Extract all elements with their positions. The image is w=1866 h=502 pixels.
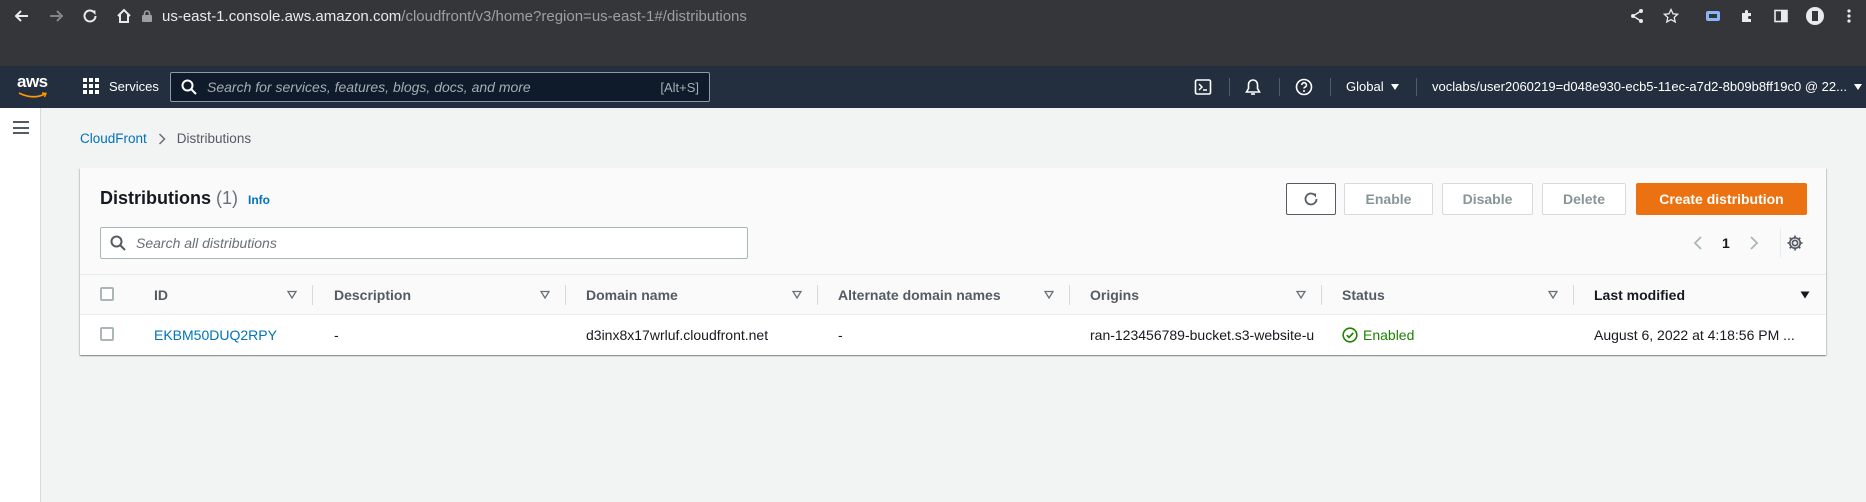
column-header-description[interactable]: Description bbox=[334, 275, 411, 315]
sort-caret-icon[interactable] bbox=[792, 290, 802, 300]
breadcrumb-cloudfront-link[interactable]: CloudFront bbox=[80, 131, 147, 146]
refresh-button[interactable] bbox=[1286, 183, 1336, 215]
alternate-domain-names-cell: - bbox=[838, 327, 843, 343]
origins-cell: ran-123456789-bucket.s3-website-u bbox=[1090, 327, 1315, 343]
column-header-label: Domain name bbox=[586, 287, 678, 303]
aws-top-nav: aws Services Search for services, featur… bbox=[0, 66, 1866, 108]
share-icon[interactable] bbox=[1626, 5, 1648, 27]
column-header-id[interactable]: ID bbox=[154, 275, 168, 315]
console-search[interactable]: Search for services, features, blogs, do… bbox=[170, 72, 710, 102]
region-label: Global bbox=[1346, 79, 1384, 94]
settings-gear-icon[interactable] bbox=[1783, 231, 1807, 255]
apps-grid-icon bbox=[83, 78, 99, 94]
current-page-number[interactable]: 1 bbox=[1722, 235, 1730, 251]
services-label: Services bbox=[109, 78, 159, 94]
title-text: Distributions bbox=[100, 188, 211, 208]
column-header-label: Alternate domain names bbox=[838, 287, 1001, 303]
distributions-search-field[interactable] bbox=[100, 227, 748, 259]
create-distribution-button[interactable]: Create distribution bbox=[1636, 183, 1807, 215]
status-cell: Enabled bbox=[1342, 315, 1572, 355]
back-icon[interactable] bbox=[10, 4, 34, 28]
account-label: voclabs/user2060219=d048e930-ecb5-11ec-a… bbox=[1432, 79, 1847, 94]
column-header-alternate-domain-names[interactable]: Alternate domain names bbox=[838, 275, 1001, 315]
enable-button[interactable]: Enable bbox=[1344, 183, 1433, 215]
distributions-table-container: Distributions (1) Info Enable Disable Del… bbox=[80, 168, 1826, 355]
column-header-label: Last modified bbox=[1594, 287, 1686, 303]
extension-screen-icon[interactable] bbox=[1702, 5, 1724, 27]
previous-page-icon[interactable] bbox=[1688, 233, 1708, 253]
sort-caret-icon[interactable] bbox=[1044, 290, 1054, 300]
pagination: 1 bbox=[1688, 233, 1764, 253]
column-header-origins[interactable]: Origins bbox=[1090, 275, 1139, 315]
search-placeholder: Search for services, features, blogs, do… bbox=[207, 79, 531, 95]
search-icon bbox=[110, 235, 126, 251]
select-all-checkbox[interactable] bbox=[100, 287, 114, 301]
url-path: /cloudfront/v3/home?region=us-east-1#/di… bbox=[401, 7, 747, 25]
column-header-status[interactable]: Status bbox=[1342, 275, 1385, 315]
column-header-label: ID bbox=[154, 287, 168, 303]
aws-logo[interactable]: aws bbox=[17, 72, 48, 92]
bookmark-star-icon[interactable] bbox=[1660, 5, 1682, 27]
menu-hamburger-icon[interactable] bbox=[13, 121, 29, 134]
region-selector[interactable]: Global bbox=[1346, 79, 1399, 94]
disable-button[interactable]: Disable bbox=[1442, 183, 1533, 215]
cloudshell-icon[interactable] bbox=[1193, 77, 1213, 97]
page-title: Distributions (1) bbox=[100, 188, 238, 209]
bookmarks-strip bbox=[0, 31, 1866, 66]
breadcrumb: CloudFront Distributions bbox=[80, 131, 251, 146]
sort-caret-icon[interactable] bbox=[540, 290, 550, 300]
column-header-last-modified[interactable]: Last modified bbox=[1594, 275, 1685, 315]
address-bar[interactable]: us-east-1.console.aws.amazon.com/cloudfr… bbox=[140, 4, 1690, 28]
account-menu[interactable]: voclabs/user2060219=d048e930-ecb5-11ec-a… bbox=[1432, 79, 1862, 94]
row-checkbox[interactable] bbox=[100, 327, 114, 341]
table-row[interactable]: EKBM50DUQ2RPY - d3inx8x17wrluf.cloudfron… bbox=[80, 315, 1826, 355]
status-text: Enabled bbox=[1363, 327, 1415, 343]
status-badge: Enabled bbox=[1342, 327, 1414, 343]
distribution-id-link[interactable]: EKBM50DUQ2RPY bbox=[154, 327, 277, 343]
extensions-puzzle-icon[interactable] bbox=[1736, 5, 1758, 27]
column-header-label: Description bbox=[334, 287, 412, 303]
browser-menu-icon[interactable] bbox=[1838, 5, 1860, 27]
delete-button[interactable]: Delete bbox=[1542, 183, 1626, 215]
reload-icon[interactable] bbox=[78, 4, 102, 28]
refresh-icon bbox=[1304, 192, 1318, 206]
side-navigation-rail bbox=[0, 108, 41, 502]
column-header-label: Origins bbox=[1090, 287, 1140, 303]
sidepanel-icon[interactable] bbox=[1770, 5, 1792, 27]
aws-smile-icon bbox=[18, 92, 48, 98]
distribution-count: (1) bbox=[216, 188, 238, 208]
browser-toolbar: us-east-1.console.aws.amazon.com/cloudfr… bbox=[0, 0, 1866, 31]
url-host: us-east-1.console.aws.amazon.com bbox=[162, 7, 402, 25]
column-header-domain-name[interactable]: Domain name bbox=[586, 275, 678, 315]
check-circle-icon bbox=[1342, 327, 1358, 343]
distributions-search-input[interactable] bbox=[136, 235, 716, 251]
column-header-label: Status bbox=[1342, 287, 1385, 303]
table-header-bar: Distributions (1) Info Enable Disable Del… bbox=[80, 168, 1826, 275]
breadcrumb-current: Distributions bbox=[176, 131, 252, 146]
help-icon[interactable] bbox=[1294, 77, 1314, 97]
chevron-right-icon bbox=[158, 132, 166, 145]
next-page-icon[interactable] bbox=[1744, 233, 1764, 253]
table-head: ID Description Domain name Alternate dom… bbox=[80, 275, 1826, 315]
sort-caret-icon[interactable] bbox=[287, 290, 297, 300]
sort-descending-icon[interactable] bbox=[1800, 290, 1810, 300]
sort-caret-icon[interactable] bbox=[1548, 290, 1558, 300]
caret-down-icon bbox=[1390, 83, 1399, 90]
profile-avatar-icon[interactable] bbox=[1804, 5, 1826, 27]
search-shortcut: [Alt+S] bbox=[660, 79, 699, 95]
domain-name-cell: d3inx8x17wrluf.cloudfront.net bbox=[586, 327, 769, 343]
description-cell: - bbox=[334, 327, 339, 343]
lock-icon bbox=[142, 10, 152, 22]
info-link[interactable]: Info bbox=[248, 193, 270, 207]
caret-down-icon bbox=[1853, 83, 1862, 90]
notifications-bell-icon[interactable] bbox=[1243, 77, 1263, 97]
search-icon bbox=[181, 79, 197, 95]
forward-icon[interactable] bbox=[44, 4, 68, 28]
last-modified-cell: August 6, 2022 at 4:18:56 PM ... bbox=[1594, 327, 1795, 343]
home-icon[interactable] bbox=[112, 4, 136, 28]
services-menu[interactable]: Services bbox=[83, 78, 159, 94]
sort-caret-icon[interactable] bbox=[1296, 290, 1306, 300]
